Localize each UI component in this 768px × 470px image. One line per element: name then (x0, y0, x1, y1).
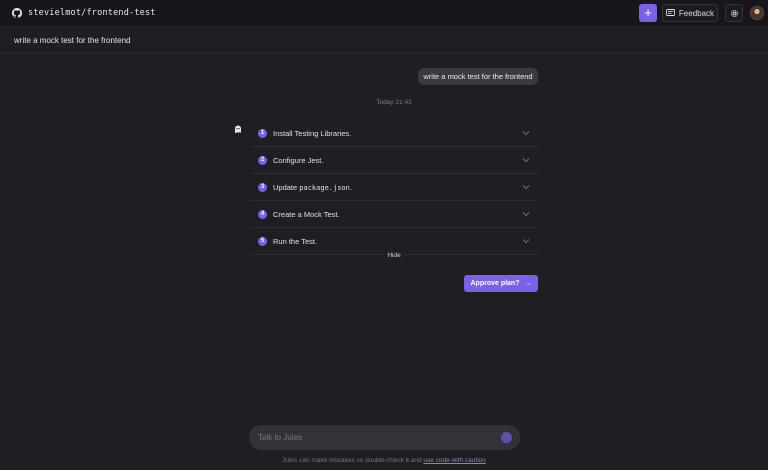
chevron-down-icon[interactable] (522, 211, 530, 217)
plan-step[interactable]: 1 Install Testing Libraries. (250, 120, 538, 147)
chat-input[interactable] (258, 431, 488, 444)
user-avatar[interactable] (750, 6, 764, 20)
step-label-prefix: Update (273, 183, 300, 192)
send-button[interactable] (501, 432, 512, 443)
step-label: Configure Jest. (273, 156, 324, 165)
plan-step[interactable]: 3 Update package.json. (250, 174, 538, 201)
message-timestamp: Today 21:43 (376, 99, 412, 106)
feedback-icon (665, 9, 675, 16)
jules-bot-icon (235, 125, 241, 133)
chevron-down-icon[interactable] (522, 238, 530, 244)
step-number-badge: 3 (258, 183, 267, 192)
plan-step[interactable]: 4 Create a Mock Test. (250, 201, 538, 228)
approve-plan-button[interactable]: Approve plan? → (464, 275, 538, 292)
settings-button[interactable] (725, 4, 743, 22)
disclaimer: Jules can make mistakes so double-check … (200, 457, 568, 464)
user-message-bubble: write a mock test for the frontend (418, 68, 538, 85)
feedback-label: Feedback (678, 8, 715, 18)
chevron-down-icon[interactable] (522, 184, 530, 190)
github-icon (12, 8, 22, 18)
new-task-button[interactable]: + (639, 4, 657, 22)
caution-link[interactable]: use code with caution (423, 457, 486, 464)
chevron-down-icon[interactable] (522, 157, 530, 163)
step-label: Create a Mock Test. (273, 210, 340, 219)
feedback-button[interactable]: Feedback (662, 4, 718, 22)
step-number-badge: 1 (258, 129, 267, 138)
step-label: Run the Test. (273, 237, 318, 246)
chat-composer (249, 425, 520, 450)
chevron-down-icon[interactable] (522, 130, 530, 136)
gear-icon (730, 9, 738, 17)
plan-step[interactable]: 2 Configure Jest. (250, 147, 538, 174)
step-number-badge: 5 (258, 237, 267, 246)
step-label: Install Testing Libraries. (273, 129, 352, 138)
step-number-badge: 4 (258, 210, 267, 219)
plan-list: 1 Install Testing Libraries. 2 Configure… (250, 120, 538, 255)
task-header: write a mock test for the frontend (0, 27, 768, 54)
disclaimer-text: Jules can make mistakes so double-check … (282, 457, 424, 464)
task-title: write a mock test for the frontend (14, 36, 131, 45)
step-number-badge: 2 (258, 156, 267, 165)
hide-plan-button[interactable]: Hide (384, 251, 404, 261)
approve-plan-label: Approve plan? (470, 280, 520, 287)
step-label-suffix: . (349, 183, 352, 192)
repo-name: stevielmot/frontend-test (28, 8, 156, 18)
repo-selector[interactable]: stevielmot/frontend-test (12, 8, 156, 18)
step-label: Update package.json. (273, 183, 352, 192)
step-label-code: package.json (299, 184, 350, 192)
arrow-right-icon: → (524, 280, 532, 287)
top-bar: stevielmot/frontend-test + Feedback (0, 0, 768, 27)
